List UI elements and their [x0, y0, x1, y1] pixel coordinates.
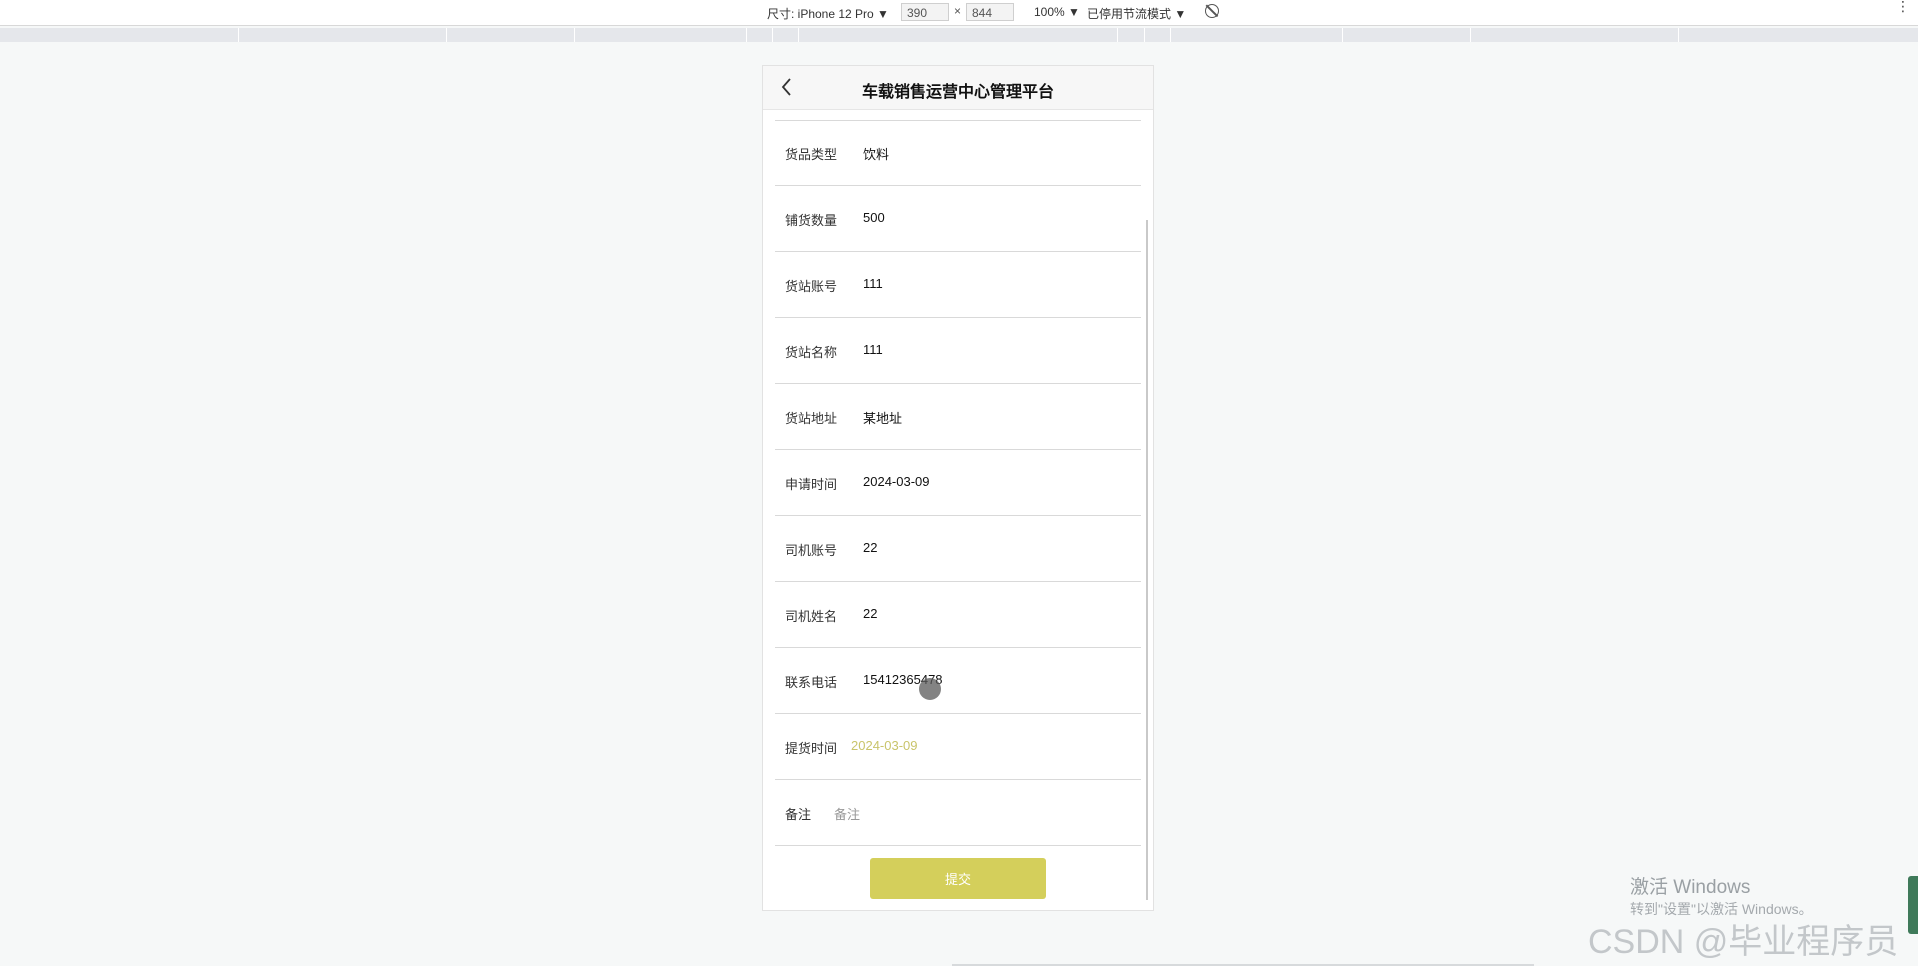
- field-label: 联系电话: [785, 675, 838, 690]
- ruler-tick: [238, 28, 239, 42]
- field-label: 司机账号: [785, 543, 838, 558]
- more-options-icon[interactable]: ⋮: [1896, 0, 1910, 13]
- field-label: 司机姓名: [785, 609, 838, 624]
- devtools-toolbar: 尺寸: iPhone 12 Pro ▼ 390 × 844 100% ▼ 已停用…: [0, 0, 1918, 26]
- field-label: 申请时间: [785, 477, 838, 492]
- ruler-tick: [1470, 28, 1471, 42]
- field-label: 提货时间: [785, 741, 838, 756]
- form-row-pickup-time[interactable]: 提货时间 2024-03-09: [775, 714, 1141, 780]
- form-row-driver-name[interactable]: 司机姓名 22: [775, 582, 1141, 648]
- form-row-driver-account[interactable]: 司机账号 22: [775, 516, 1141, 582]
- field-value[interactable]: 饮料: [863, 144, 889, 163]
- width-input[interactable]: 390: [901, 3, 949, 21]
- ruler-tick: [574, 28, 575, 42]
- submit-button[interactable]: 提交: [870, 858, 1046, 899]
- date-picker[interactable]: 2024-03-09: [851, 738, 918, 753]
- field-value[interactable]: 某地址: [863, 408, 902, 427]
- device-select[interactable]: 尺寸: iPhone 12 Pro ▼: [767, 5, 889, 22]
- ruler-tick: [1117, 28, 1118, 42]
- zoom-select[interactable]: 100% ▼: [1034, 5, 1080, 19]
- field-label: 货站名称: [785, 345, 838, 360]
- ruler-tick: [1678, 28, 1679, 42]
- csdn-watermark: CSDN @毕业程序员: [1588, 923, 1899, 961]
- form-row-goods-type[interactable]: 货品类型 饮料: [775, 120, 1141, 186]
- form-row-quantity[interactable]: 铺货数量 500: [775, 186, 1141, 252]
- field-value[interactable]: 22: [863, 606, 877, 621]
- height-input[interactable]: 844: [966, 3, 1014, 21]
- field-label: 货品类型: [785, 147, 838, 162]
- app-header: 车载销售运营中心管理平台: [763, 66, 1153, 110]
- form-row-station-name[interactable]: 货站名称 111: [775, 318, 1141, 384]
- remark-input[interactable]: 备注: [834, 804, 860, 823]
- form-row-remark[interactable]: 备注 备注: [775, 780, 1141, 846]
- field-value[interactable]: 111: [863, 342, 883, 357]
- phone-viewport: 车载销售运营中心管理平台 货品类型 饮料 铺货数量 500 货站账号 111 货…: [762, 65, 1154, 911]
- windows-activation-title: 激活 Windows: [1630, 877, 1751, 898]
- ruler-tick: [446, 28, 447, 42]
- field-label: 铺货数量: [785, 213, 838, 228]
- ruler-tick: [746, 28, 747, 42]
- form-row-station-address[interactable]: 货站地址 某地址: [775, 384, 1141, 450]
- field-label: 货站账号: [785, 279, 838, 294]
- form-row-station-account[interactable]: 货站账号 111: [775, 252, 1141, 318]
- touch-cursor: [919, 678, 941, 700]
- throttle-select[interactable]: 已停用节流模式 ▼: [1087, 5, 1186, 22]
- ruler-tick: [1170, 28, 1171, 42]
- ruler-tick: [798, 28, 799, 42]
- field-value[interactable]: 111: [863, 276, 883, 291]
- ruler-tick: [772, 28, 773, 42]
- ruler-tick: [1342, 28, 1343, 42]
- field-value[interactable]: 22: [863, 540, 877, 555]
- scrollbar[interactable]: [1146, 220, 1148, 900]
- media-query-ruler[interactable]: [0, 28, 1918, 42]
- form-row-phone[interactable]: 联系电话 15412365478: [775, 648, 1141, 714]
- ruler-tick: [1144, 28, 1145, 42]
- form-row-apply-time[interactable]: 申请时间 2024-03-09: [775, 450, 1141, 516]
- page-title: 车载销售运营中心管理平台: [861, 84, 1054, 101]
- rotate-icon[interactable]: [1205, 4, 1219, 18]
- field-value[interactable]: 2024-03-09: [863, 474, 930, 489]
- field-value[interactable]: 500: [863, 210, 885, 225]
- field-label: 货站地址: [785, 411, 838, 426]
- side-widget-tab[interactable]: [1908, 876, 1918, 934]
- times-label: ×: [954, 4, 962, 18]
- field-label: 备注: [785, 807, 812, 822]
